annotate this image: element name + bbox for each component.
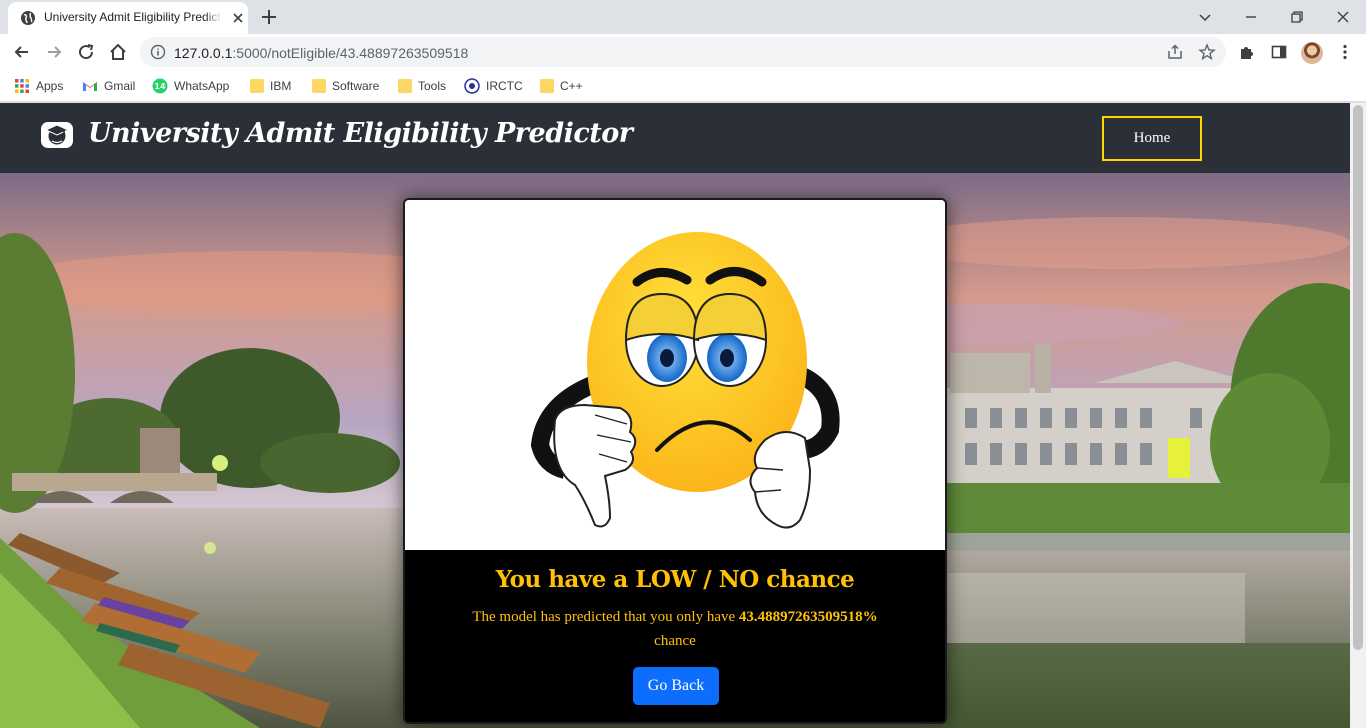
irctc-icon	[464, 78, 480, 94]
bookmarks-bar: Apps Gmail 14 WhatsApp IBM Software Tool…	[0, 70, 1366, 102]
site-navbar: University Admit Eligibility Predictor H…	[0, 103, 1350, 173]
bookmark-label: Tools	[418, 79, 447, 93]
whatsapp-icon: 14	[152, 78, 168, 94]
extensions-puzzle-icon[interactable]	[1238, 43, 1256, 61]
tab-search-chevron-icon[interactable]	[1194, 6, 1216, 28]
result-description: The model has predicted that you only ha…	[435, 605, 915, 653]
bookmark-apps[interactable]: Apps	[14, 76, 63, 96]
side-panel-icon[interactable]	[1270, 43, 1288, 61]
site-brand-title[interactable]: University Admit Eligibility Predictor	[88, 118, 633, 149]
site-info-icon[interactable]	[150, 44, 166, 60]
share-icon[interactable]	[1166, 43, 1184, 61]
browser-toolbar: 127.0.0.1:5000/notEligible/43.4889726350…	[0, 34, 1366, 70]
kebab-menu-icon[interactable]	[1336, 43, 1354, 61]
whatsapp-badge: 14	[154, 82, 166, 91]
bookmark-star-icon[interactable]	[1198, 43, 1216, 61]
profile-avatar[interactable]	[1301, 42, 1323, 64]
bookmark-label: WhatsApp	[174, 79, 230, 93]
minimize-icon[interactable]	[1240, 6, 1262, 28]
close-window-icon[interactable]	[1332, 6, 1354, 28]
restore-icon[interactable]	[1286, 6, 1308, 28]
bookmark-label: Apps	[36, 79, 64, 93]
reload-icon[interactable]	[76, 42, 96, 62]
bookmark-label: IRCTC	[486, 79, 523, 93]
bookmark-label: C++	[560, 79, 583, 93]
bookmark-label: Software	[332, 79, 380, 93]
sad-thumbs-down-emoji-image	[405, 200, 945, 550]
bookmark-irctc[interactable]: IRCTC	[464, 76, 523, 96]
scrollbar-thumb[interactable]	[1353, 105, 1363, 650]
forward-arrow-icon[interactable]	[44, 42, 64, 62]
bookmark-label: Gmail	[104, 79, 136, 93]
page-scrollbar[interactable]	[1350, 103, 1366, 728]
folder-icon	[540, 79, 554, 93]
new-tab-icon[interactable]	[260, 8, 278, 26]
address-bar[interactable]: 127.0.0.1:5000/notEligible/43.4889726350…	[140, 37, 1226, 67]
folder-icon	[312, 79, 326, 93]
apps-grid-icon	[15, 79, 29, 93]
back-arrow-icon[interactable]	[12, 42, 32, 62]
url-text: 127.0.0.1:5000/notEligible/43.4889726350…	[174, 45, 468, 61]
bookmark-whatsapp[interactable]: 14 WhatsApp	[152, 76, 229, 96]
home-icon[interactable]	[108, 42, 128, 62]
gmail-icon	[83, 82, 97, 91]
tab-title-fade	[204, 8, 222, 28]
globe-icon	[21, 11, 35, 25]
home-nav-button[interactable]: Home	[1102, 116, 1202, 161]
result-text-before: The model has predicted that you only ha…	[472, 609, 736, 625]
folder-icon	[398, 79, 412, 93]
folder-icon	[250, 79, 264, 93]
close-tab-icon[interactable]	[230, 10, 246, 26]
bookmark-folder-cpp[interactable]: C++	[540, 76, 583, 96]
tab-title: University Admit Eligibility Predictor	[44, 10, 220, 24]
url-host: 127.0.0.1	[174, 45, 233, 61]
bookmark-folder-software[interactable]: Software	[312, 76, 379, 96]
bookmark-folder-tools[interactable]: Tools	[398, 76, 446, 96]
page-viewport: University Admit Eligibility Predictor H…	[0, 103, 1366, 728]
result-probability: 43.48897263509518%	[738, 609, 878, 625]
bookmark-gmail[interactable]: Gmail	[82, 76, 135, 96]
result-card: You have a LOW / NO chance The model has…	[403, 198, 947, 724]
graduation-cap-logo-icon	[41, 122, 73, 148]
url-path: :5000/notEligible/43.48897263509518	[232, 45, 469, 61]
go-back-button[interactable]: Go Back	[633, 667, 719, 705]
browser-tabstrip: University Admit Eligibility Predictor	[0, 0, 1366, 34]
result-heading: You have a LOW / NO chance	[495, 566, 855, 593]
result-text-after: chance	[654, 633, 696, 649]
browser-tab[interactable]: University Admit Eligibility Predictor	[8, 2, 248, 34]
bookmark-label: IBM	[270, 79, 292, 93]
bookmark-folder-ibm[interactable]: IBM	[250, 76, 291, 96]
